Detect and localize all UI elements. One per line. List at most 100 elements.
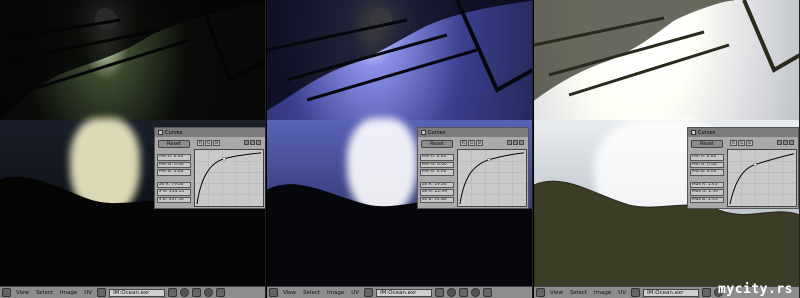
editor-type-icon[interactable] — [269, 288, 278, 297]
zoom-in-icon[interactable] — [244, 140, 249, 145]
lock-icon[interactable] — [483, 288, 493, 297]
channel-b-button[interactable]: B — [746, 140, 753, 146]
max-g-field[interactable]: x G: 114.15 — [157, 189, 191, 196]
curve-tools[interactable] — [777, 140, 794, 145]
range-fields: Min R: 0.00 Min G: 0.00 Min B: 0.00 ax R… — [157, 154, 191, 204]
menu-image[interactable]: Image — [325, 290, 346, 296]
max-r-field[interactable]: ax R: 79.00 — [157, 181, 191, 188]
clip-icon[interactable] — [256, 140, 261, 145]
menu-select[interactable]: Select — [301, 290, 322, 296]
comparison-strip: Curves Reset R G B Min R: 0.00 Min G: 0.… — [0, 0, 800, 298]
curves-panel[interactable]: Curves Reset R G B Min R: 0.00 Min G: 0.… — [417, 127, 529, 209]
max-b-field[interactable]: Max B: 2.45 — [690, 196, 724, 203]
close-image-icon[interactable] — [168, 288, 178, 297]
max-g-field[interactable]: ax G: 22.39 — [420, 189, 454, 196]
curve-tools[interactable] — [244, 140, 261, 145]
max-r-field[interactable]: Max R: 1.43 — [690, 181, 724, 188]
menu-uv[interactable]: UV — [349, 290, 361, 296]
channel-g-button[interactable]: G — [738, 140, 745, 146]
curve-tools[interactable] — [507, 140, 524, 145]
min-g-field[interactable]: Min G: 0.00 — [420, 161, 454, 168]
image-name-field[interactable]: IM:Ocean.exr — [643, 288, 700, 297]
image-panel-2: Curves Reset R G B Min R: 0.00 Min G: 0.… — [267, 0, 533, 298]
min-r-field[interactable]: Min R: 0.00 — [157, 154, 191, 161]
menu-uv[interactable]: UV — [82, 290, 94, 296]
curves-titlebar[interactable]: Curves — [418, 128, 528, 137]
channel-selector[interactable]: R G B — [197, 140, 220, 146]
image-name-field[interactable]: IM:Ocean.exr — [109, 288, 166, 297]
curves-title: Curves — [428, 129, 446, 136]
channel-b-button[interactable]: B — [476, 140, 483, 146]
zoom-out-icon[interactable] — [783, 140, 788, 145]
watermark: mycity.rs — [718, 282, 793, 297]
reset-button[interactable]: Reset — [421, 140, 453, 148]
channel-r-button[interactable]: R — [730, 140, 737, 146]
curves-panel[interactable]: Curves Reset R G B Min R: 0.00 Min G: 0.… — [687, 127, 799, 209]
close-image-icon[interactable] — [702, 288, 712, 297]
image-browse-icon[interactable] — [97, 288, 107, 297]
curve-graph[interactable] — [457, 149, 527, 207]
curve-graph[interactable] — [727, 149, 797, 207]
min-b-field[interactable]: Min B: 0.00 — [420, 169, 454, 176]
image-panel-3: Curves Reset R G B Min R: 0.00 Min G: 0.… — [534, 0, 800, 298]
close-image-icon[interactable] — [435, 288, 445, 297]
max-g-field[interactable]: Max G: 1.50 — [690, 189, 724, 196]
paint-icon[interactable] — [459, 288, 469, 297]
panel-menu-icon[interactable] — [158, 130, 163, 135]
max-b-field[interactable]: ax B: 14.86 — [420, 196, 454, 203]
menu-image[interactable]: Image — [58, 290, 79, 296]
menu-image[interactable]: Image — [592, 290, 613, 296]
min-r-field[interactable]: Min R: 0.00 — [690, 154, 724, 161]
curves-panel[interactable]: Curves Reset R G B Min R: 0.00 Min G: 0.… — [154, 127, 265, 209]
panel-menu-icon[interactable] — [691, 130, 696, 135]
min-g-field[interactable]: Min G: 0.00 — [157, 161, 191, 168]
curve-graph[interactable] — [194, 149, 264, 207]
curves-titlebar[interactable]: Curves — [155, 128, 265, 137]
zoom-in-icon[interactable] — [507, 140, 512, 145]
max-r-field[interactable]: ax R: 19.30 — [420, 181, 454, 188]
image-name-field[interactable]: IM:Ocean.exr — [376, 288, 433, 297]
view-icon[interactable] — [471, 288, 481, 297]
panel-menu-icon[interactable] — [421, 130, 426, 135]
editor-type-icon[interactable] — [2, 288, 11, 297]
zoom-in-icon[interactable] — [777, 140, 782, 145]
lock-icon[interactable] — [216, 288, 226, 297]
zoom-out-icon[interactable] — [250, 140, 255, 145]
channel-r-button[interactable]: R — [197, 140, 204, 146]
image-panel-1: Curves Reset R G B Min R: 0.00 Min G: 0.… — [0, 0, 266, 298]
editor-type-icon[interactable] — [536, 288, 545, 297]
max-b-field[interactable]: x B: 147.56 — [157, 196, 191, 203]
reset-button[interactable]: Reset — [691, 140, 723, 148]
curves-titlebar[interactable]: Curves — [688, 128, 798, 137]
range-fields: Min R: 0.00 Min G: 0.00 Min B: 0.00 Max … — [690, 154, 724, 204]
min-b-field[interactable]: Min B: 0.00 — [157, 169, 191, 176]
reset-button[interactable]: Reset — [158, 140, 190, 148]
menu-view[interactable]: View — [14, 290, 31, 296]
menu-select[interactable]: Select — [34, 290, 55, 296]
pin-icon[interactable] — [447, 288, 457, 297]
menu-uv[interactable]: UV — [616, 290, 628, 296]
channel-r-button[interactable]: R — [460, 140, 467, 146]
clip-icon[interactable] — [519, 140, 524, 145]
menu-select[interactable]: Select — [568, 290, 589, 296]
menu-view[interactable]: View — [548, 290, 565, 296]
channel-g-button[interactable]: G — [468, 140, 475, 146]
menu-view[interactable]: View — [281, 290, 298, 296]
zoom-out-icon[interactable] — [513, 140, 518, 145]
curves-title: Curves — [698, 129, 716, 136]
channel-b-button[interactable]: B — [213, 140, 220, 146]
min-r-field[interactable]: Min R: 0.00 — [420, 154, 454, 161]
view-icon[interactable] — [204, 288, 214, 297]
image-editor-header: View Select Image UV IM:Ocean.exr — [267, 286, 532, 298]
channel-g-button[interactable]: G — [205, 140, 212, 146]
curves-title: Curves — [165, 129, 183, 136]
min-b-field[interactable]: Min B: 0.00 — [690, 169, 724, 176]
clip-icon[interactable] — [789, 140, 794, 145]
paint-icon[interactable] — [192, 288, 202, 297]
pin-icon[interactable] — [180, 288, 190, 297]
channel-selector[interactable]: R G B — [460, 140, 483, 146]
min-g-field[interactable]: Min G: 0.00 — [690, 161, 724, 168]
channel-selector[interactable]: R G B — [730, 140, 753, 146]
image-browse-icon[interactable] — [364, 288, 374, 297]
image-browse-icon[interactable] — [631, 288, 641, 297]
